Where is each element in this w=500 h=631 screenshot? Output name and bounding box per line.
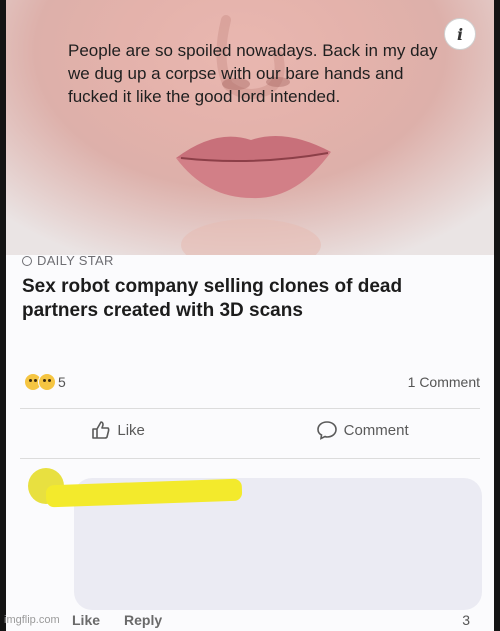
article-source: DAILY STAR (22, 253, 114, 268)
comment-reaction-count[interactable]: 3 (462, 612, 470, 628)
globe-icon (22, 255, 32, 266)
like-icon (92, 421, 110, 439)
comment-text: People are so spoiled nowadays. Back in … (68, 41, 438, 106)
comment-button[interactable]: Comment (316, 420, 409, 440)
comment-icon (316, 421, 337, 440)
reaction-icon (24, 373, 56, 391)
divider (20, 458, 480, 459)
source-label: DAILY STAR (37, 253, 114, 268)
comment-count[interactable]: 1 Comment (408, 374, 480, 390)
post-card: i DAILY STAR Sex robot company selling c… (6, 0, 494, 631)
like-button[interactable]: Like (91, 420, 145, 440)
comment-actions: Like Reply (72, 612, 162, 628)
watermark: imgflip.com (4, 614, 60, 626)
comment-label: Comment (343, 421, 409, 439)
comment-reply-button[interactable]: Reply (124, 612, 162, 628)
article-headline[interactable]: Sex robot company selling clones of dead… (22, 275, 482, 323)
post-reactions[interactable]: 5 (24, 373, 66, 391)
post-actions: Like Comment (6, 420, 494, 440)
like-label: Like (117, 421, 145, 439)
reaction-count: 5 (58, 374, 66, 390)
divider (20, 408, 480, 409)
comment-like-button[interactable]: Like (72, 612, 100, 628)
